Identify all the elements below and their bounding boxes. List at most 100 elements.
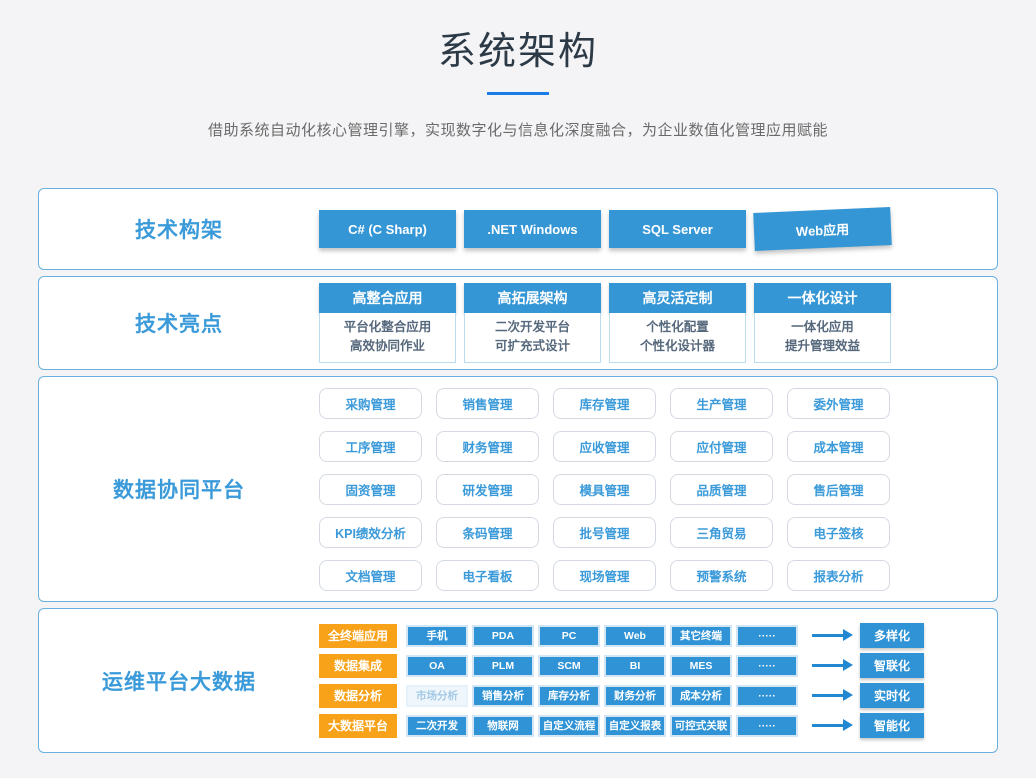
highlight-card-line: 个性化配置 [610, 318, 745, 337]
section-tech-stack: 技术构架 C# (C Sharp) .NET Windows SQL Serve… [38, 188, 998, 270]
ops-cell[interactable]: PLM [472, 655, 534, 677]
ops-cell[interactable]: 手机 [406, 625, 468, 647]
title-underline [487, 92, 549, 95]
ops-result-button[interactable]: 多样化 [860, 623, 924, 648]
ops-tag: 全终端应用 [319, 624, 397, 648]
module-pill-fixed-assets[interactable]: 固资管理 [319, 474, 422, 505]
module-pill-payable[interactable]: 应付管理 [670, 431, 773, 462]
highlight-card-line: 一体化应用 [755, 318, 890, 337]
ops-cell[interactable]: Web [604, 625, 666, 647]
module-pill-kpi[interactable]: KPI绩效分析 [319, 517, 422, 548]
tech-button-sqlserver[interactable]: SQL Server [609, 210, 746, 248]
module-pill-quality[interactable]: 品质管理 [670, 474, 773, 505]
highlight-card-title: 一体化设计 [754, 283, 891, 313]
highlight-card: 高拓展架构 二次开发平台 可扩充式设计 [464, 283, 601, 363]
highlight-card-body: 个性化配置 个性化设计器 [609, 313, 746, 363]
page-subtitle: 借助系统自动化核心管理引擎，实现数字化与信息化深度融合，为企业数值化管理应用赋能 [0, 119, 1036, 140]
ops-cell[interactable]: PDA [472, 625, 534, 647]
module-pill-outsourcing[interactable]: 委外管理 [787, 388, 890, 419]
module-pill-kanban[interactable]: 电子看板 [436, 560, 539, 591]
ops-cell[interactable]: SCM [538, 655, 600, 677]
highlight-card-line: 二次开发平台 [465, 318, 600, 337]
ops-cell[interactable]: OA [406, 655, 468, 677]
tech-button-web[interactable]: Web应用 [753, 207, 892, 251]
right-arrow-icon [812, 724, 844, 727]
ops-cell-ellipsis: ····· [736, 685, 798, 707]
module-pill-barcode[interactable]: 条码管理 [436, 517, 539, 548]
highlight-card-title: 高整合应用 [319, 283, 456, 313]
module-pill-warning[interactable]: 预警系统 [670, 560, 773, 591]
ops-row-terminals: 全终端应用 手机 PDA PC Web 其它终端 ····· 多样化 [319, 623, 924, 648]
ops-cell[interactable]: 二次开发 [406, 715, 468, 737]
section-ops-bigdata: 运维平台大数据 全终端应用 手机 PDA PC Web 其它终端 ····· 多… [38, 608, 998, 753]
module-pill-finance[interactable]: 财务管理 [436, 431, 539, 462]
ops-cell[interactable]: 自定义报表 [604, 715, 666, 737]
ops-cell[interactable]: 其它终端 [670, 625, 732, 647]
right-arrow-icon [812, 634, 844, 637]
section-data-platform: 数据协同平台 采购管理 销售管理 库存管理 生产管理 委外管理 工序管理 财务管… [38, 376, 998, 602]
section-label-data-platform: 数据协同平台 [39, 474, 319, 504]
highlight-card-line: 高效协同作业 [320, 337, 455, 356]
highlight-card: 高整合应用 平台化整合应用 高效协同作业 [319, 283, 456, 363]
module-pill-document[interactable]: 文档管理 [319, 560, 422, 591]
highlight-card: 一体化设计 一体化应用 提升管理效益 [754, 283, 891, 363]
ops-cell[interactable]: 财务分析 [604, 685, 666, 707]
highlight-cards-row: 高整合应用 平台化整合应用 高效协同作业 高拓展架构 二次开发平台 可扩充式设计… [319, 283, 891, 363]
tech-buttons-row: C# (C Sharp) .NET Windows SQL Server Web… [319, 210, 891, 248]
section-label-ops-bigdata: 运维平台大数据 [39, 666, 319, 696]
section-label-tech-stack: 技术构架 [39, 214, 319, 244]
ops-cell[interactable]: BI [604, 655, 666, 677]
highlight-card-body: 二次开发平台 可扩充式设计 [464, 313, 601, 363]
module-grid: 采购管理 销售管理 库存管理 生产管理 委外管理 工序管理 财务管理 应收管理 … [319, 388, 890, 591]
module-pill-receivable[interactable]: 应收管理 [553, 431, 656, 462]
highlight-card-line: 个性化设计器 [610, 337, 745, 356]
highlight-card-line: 可扩充式设计 [465, 337, 600, 356]
ops-rows: 全终端应用 手机 PDA PC Web 其它终端 ····· 多样化 数据集成 … [319, 623, 924, 738]
ops-row-bigdata: 大数据平台 二次开发 物联网 自定义流程 自定义报表 可控式关联 ····· 智… [319, 713, 924, 738]
ops-cell[interactable]: 自定义流程 [538, 715, 600, 737]
module-pill-triangle-trade[interactable]: 三角贸易 [670, 517, 773, 548]
highlight-card-line: 提升管理效益 [755, 337, 890, 356]
module-pill-mold[interactable]: 模具管理 [553, 474, 656, 505]
ops-cell[interactable]: 成本分析 [670, 685, 732, 707]
module-pill-rnd[interactable]: 研发管理 [436, 474, 539, 505]
section-highlights: 技术亮点 高整合应用 平台化整合应用 高效协同作业 高拓展架构 二次开发平台 可… [38, 276, 998, 370]
right-arrow-icon [812, 694, 844, 697]
ops-result-button[interactable]: 智联化 [860, 653, 924, 678]
highlight-card-line: 平台化整合应用 [320, 318, 455, 337]
tech-button-csharp[interactable]: C# (C Sharp) [319, 210, 456, 248]
ops-result-button[interactable]: 智能化 [860, 713, 924, 738]
right-arrow-icon [812, 664, 844, 667]
module-pill-batch[interactable]: 批号管理 [553, 517, 656, 548]
module-pill-process[interactable]: 工序管理 [319, 431, 422, 462]
module-pill-purchase[interactable]: 采购管理 [319, 388, 422, 419]
highlight-card-title: 高拓展架构 [464, 283, 601, 313]
module-pill-report[interactable]: 报表分析 [787, 560, 890, 591]
module-pill-cost[interactable]: 成本管理 [787, 431, 890, 462]
ops-cell[interactable]: PC [538, 625, 600, 647]
ops-row-analysis: 数据分析 市场分析 销售分析 库存分析 财务分析 成本分析 ····· 实时化 [319, 683, 924, 708]
highlight-card-body: 平台化整合应用 高效协同作业 [319, 313, 456, 363]
module-pill-production[interactable]: 生产管理 [670, 388, 773, 419]
ops-cell[interactable]: MES [670, 655, 732, 677]
highlight-card-title: 高灵活定制 [609, 283, 746, 313]
section-label-highlights: 技术亮点 [39, 308, 319, 338]
module-pill-sales[interactable]: 销售管理 [436, 388, 539, 419]
module-pill-site[interactable]: 现场管理 [553, 560, 656, 591]
ops-result-button[interactable]: 实时化 [860, 683, 924, 708]
module-pill-esign[interactable]: 电子签核 [787, 517, 890, 548]
ops-cell[interactable]: 物联网 [472, 715, 534, 737]
ops-cell[interactable]: 销售分析 [472, 685, 534, 707]
ops-cell-ellipsis: ····· [736, 655, 798, 677]
page-title: 系统架构 [0, 20, 1036, 75]
ops-cell-ellipsis: ····· [736, 625, 798, 647]
ops-cell-faded[interactable]: 市场分析 [406, 685, 468, 707]
module-pill-inventory[interactable]: 库存管理 [553, 388, 656, 419]
ops-cell[interactable]: 库存分析 [538, 685, 600, 707]
ops-row-integration: 数据集成 OA PLM SCM BI MES ····· 智联化 [319, 653, 924, 678]
ops-tag: 大数据平台 [319, 714, 397, 738]
module-pill-aftersales[interactable]: 售后管理 [787, 474, 890, 505]
ops-cell[interactable]: 可控式关联 [670, 715, 732, 737]
tech-button-dotnet[interactable]: .NET Windows [464, 210, 601, 248]
ops-cell-ellipsis: ····· [736, 715, 798, 737]
